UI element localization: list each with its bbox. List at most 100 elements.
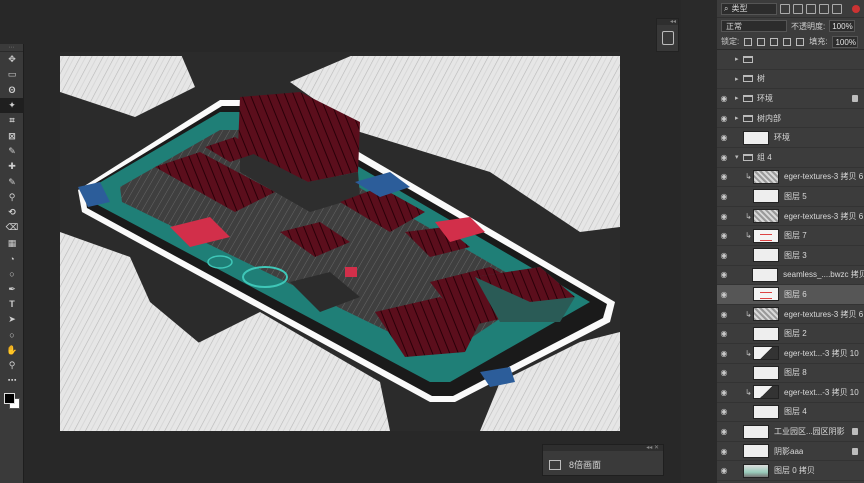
healing-brush-tool[interactable]: ✚ — [0, 159, 24, 174]
layer-name[interactable]: 图层 0 拷贝 — [774, 465, 815, 476]
blend-mode-select[interactable]: 正常 — [721, 20, 787, 32]
foreground-color[interactable] — [4, 392, 15, 404]
layer-name[interactable]: eger-text...-3 拷贝 10 — [784, 387, 859, 398]
layer-thumbnail[interactable] — [743, 424, 769, 439]
layer-thumbnail[interactable] — [743, 463, 769, 478]
visibility-eye-icon[interactable]: ◉ — [717, 192, 731, 201]
visibility-eye-icon[interactable]: ◉ — [717, 212, 731, 221]
layer-row[interactable]: ◉▸ — [717, 50, 864, 70]
crop-tool[interactable]: ⌗ — [0, 113, 24, 128]
visibility-eye-icon[interactable]: ◉ — [717, 172, 731, 181]
path-selection-tool[interactable]: ➤ — [0, 312, 24, 327]
layer-name[interactable]: 树内部 — [757, 113, 781, 124]
visibility-eye-icon[interactable]: ◉ — [717, 153, 731, 162]
pen-tool[interactable]: ✒ — [0, 281, 24, 296]
layer-row[interactable]: ◉ ↳ 图层 7 — [717, 226, 864, 246]
move-tool[interactable]: ✥ — [0, 52, 24, 67]
magic-wand-tool[interactable]: ✦ — [0, 97, 24, 114]
layer-thumbnail[interactable] — [753, 346, 779, 361]
visibility-eye-icon[interactable]: ◉ — [717, 466, 731, 475]
gradient-tool[interactable]: ▦ — [0, 236, 24, 251]
zoom-tool[interactable]: ⚲ — [0, 358, 24, 373]
layer-thumbnail[interactable] — [753, 169, 779, 184]
layer-thumbnail[interactable] — [752, 267, 779, 282]
layer-row[interactable]: ◉ ↳ eger-text...-3 拷贝 10 — [717, 383, 864, 403]
layer-name[interactable]: eger-textures-3 拷贝 6 — [784, 211, 863, 222]
visibility-eye-icon[interactable]: ◉ — [717, 114, 731, 123]
visibility-eye-icon[interactable]: ◉ — [717, 270, 731, 279]
layer-thumbnail[interactable] — [753, 404, 779, 419]
toolbar-grip[interactable]: ⋯ — [0, 44, 23, 52]
lock-pixels-icon[interactable] — [757, 37, 766, 46]
frame-tool[interactable]: ⊠ — [0, 128, 24, 143]
marquee-tool[interactable]: ▭ — [0, 67, 24, 82]
visibility-eye-icon[interactable]: ◉ — [717, 329, 731, 338]
visibility-eye-icon[interactable]: ◉ — [717, 94, 731, 103]
layer-name[interactable]: 组 4 — [757, 152, 772, 163]
filter-shape-icon[interactable] — [819, 3, 829, 14]
lock-all-icon[interactable] — [796, 37, 805, 46]
layer-row[interactable]: ◉ 图层 0 拷贝 — [717, 461, 864, 482]
layer-row[interactable]: ◉ 图层 4 — [717, 403, 864, 423]
layer-thumbnail[interactable] — [753, 365, 779, 380]
eraser-tool[interactable]: ⌫ — [0, 220, 24, 235]
layer-name[interactable]: 图层 5 — [784, 191, 807, 202]
layer-row[interactable]: ◉ 图层 3 — [717, 246, 864, 266]
type-tool[interactable]: T — [0, 297, 24, 312]
layer-row[interactable]: ◉ ▸ 环境 — [717, 89, 864, 109]
filter-type-select[interactable]: ⌕ 类型 — [721, 2, 777, 15]
layer-thumbnail[interactable] — [753, 326, 779, 341]
visibility-eye-icon[interactable]: ◉ — [717, 133, 731, 142]
blur-tool[interactable]: ◔ — [0, 251, 24, 266]
layer-thumbnail[interactable] — [743, 444, 769, 459]
dock-grip[interactable]: ◂◂ — [657, 19, 678, 25]
visibility-eye-icon[interactable]: ◉ — [717, 447, 731, 456]
layer-thumbnail[interactable] — [753, 228, 779, 243]
layer-thumbnail[interactable] — [743, 130, 769, 145]
layer-name[interactable]: 环境 — [757, 93, 773, 104]
layer-row[interactable]: ◉ ↳ eger-textures-3 拷贝 6 — [717, 168, 864, 188]
layer-row[interactable]: ◉ 工业园区...园区阴影 — [717, 422, 864, 442]
visibility-eye-icon[interactable]: ◉ — [717, 388, 731, 397]
visibility-eye-icon[interactable]: ◉ — [717, 310, 731, 319]
properties-icon[interactable] — [549, 459, 561, 470]
layer-name[interactable]: 工业园区...园区阴影 — [774, 426, 845, 437]
layer-thumbnail[interactable] — [753, 248, 779, 263]
layer-name[interactable]: 图层 2 — [784, 328, 807, 339]
eyedropper-tool[interactable]: ✎ — [0, 144, 24, 159]
layer-name[interactable]: 图层 4 — [784, 406, 807, 417]
expand-chevron-icon[interactable]: ▸ — [735, 75, 743, 83]
collapsed-panel-dock[interactable]: ◂◂ — [656, 18, 679, 52]
clone-stamp-tool[interactable]: ⚲ — [0, 190, 24, 205]
layer-thumbnail[interactable] — [753, 189, 779, 204]
brush-tool[interactable]: ✎ — [0, 174, 24, 189]
layer-name[interactable]: 图层 3 — [784, 250, 807, 261]
layer-name[interactable]: 阴影aaa — [774, 446, 803, 457]
history-brush-tool[interactable]: ⟲ — [0, 205, 24, 220]
layer-name[interactable]: eger-textures-3 拷贝 6 — [784, 309, 863, 320]
filter-type-icon[interactable] — [806, 3, 816, 14]
filter-pixel-icon[interactable] — [780, 3, 790, 14]
expand-chevron-icon[interactable]: ▾ — [735, 153, 743, 161]
opacity-input[interactable]: 100% — [829, 20, 856, 32]
visibility-eye-icon[interactable]: ◉ — [717, 349, 731, 358]
layer-row[interactable]: ◉ ▾ 组 4 — [717, 148, 864, 168]
layer-name[interactable]: eger-text...-3 拷贝 10 — [784, 348, 859, 359]
layer-row[interactable]: ◉ 图层 2 — [717, 324, 864, 344]
visibility-eye-icon[interactable]: ◉ — [717, 251, 731, 260]
filter-smart-object-icon[interactable] — [832, 3, 842, 14]
color-swatches[interactable] — [0, 389, 23, 419]
layer-row[interactable]: ◉ ↳ eger-textures-3 拷贝 6 — [717, 207, 864, 227]
fill-input[interactable]: 100% — [832, 35, 859, 48]
more-tools[interactable]: ⋯ — [0, 373, 24, 388]
visibility-eye-icon[interactable]: ◉ — [717, 231, 731, 240]
layer-thumbnail[interactable] — [753, 209, 779, 224]
lock-position-icon[interactable] — [770, 37, 779, 46]
lasso-tool[interactable]: ʘ — [0, 83, 24, 98]
dodge-tool[interactable]: ○ — [0, 266, 24, 281]
expand-chevron-icon[interactable]: ▸ — [735, 114, 743, 122]
document-canvas[interactable] — [60, 52, 620, 431]
layer-thumbnail[interactable] — [753, 385, 779, 400]
layer-row[interactable]: ◉ seamless_....bwzc 拷贝 5 — [717, 266, 864, 286]
visibility-eye-icon[interactable]: ◉ — [717, 407, 731, 416]
